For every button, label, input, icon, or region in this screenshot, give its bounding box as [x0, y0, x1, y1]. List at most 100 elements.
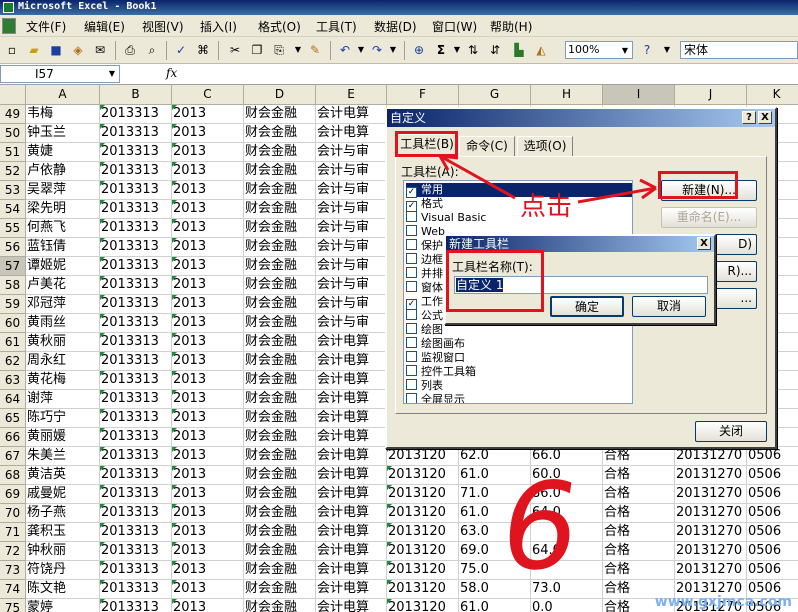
fx-icon[interactable]: fx	[166, 66, 177, 80]
table-cell[interactable]: 0506	[747, 447, 798, 466]
table-cell[interactable]: 2013313	[100, 428, 172, 447]
table-cell[interactable]: 2013120	[387, 542, 459, 561]
table-cell[interactable]: 财会金融	[244, 314, 316, 333]
toolbar-list-item[interactable]: 列表	[406, 379, 632, 393]
menu-view[interactable]: 视图(V)	[142, 18, 184, 35]
table-cell[interactable]: 钟玉兰	[26, 124, 100, 143]
save-icon[interactable]: ■	[47, 41, 65, 59]
table-cell[interactable]: 2013313	[100, 542, 172, 561]
table-cell[interactable]: 2013313	[100, 181, 172, 200]
table-cell[interactable]: 2013313	[100, 162, 172, 181]
table-cell[interactable]: 会计电算	[316, 580, 387, 599]
table-cell[interactable]: 2013	[172, 295, 244, 314]
table-cell[interactable]: 财会金融	[244, 200, 316, 219]
table-cell[interactable]: 2013313	[100, 143, 172, 162]
row-header[interactable]: 70	[0, 504, 26, 523]
row-header[interactable]: 73	[0, 561, 26, 580]
toolbar-checkbox[interactable]	[406, 281, 417, 292]
table-cell[interactable]: 2013	[172, 276, 244, 295]
table-cell[interactable]: 财会金融	[244, 485, 316, 504]
table-cell[interactable]: 2013	[172, 409, 244, 428]
toolbar-checkbox[interactable]	[406, 365, 417, 376]
column-header-j[interactable]: J	[675, 85, 747, 105]
table-cell[interactable]: 会计与审	[316, 314, 387, 333]
table-cell[interactable]: 龚积玉	[26, 523, 100, 542]
menu-file[interactable]: 文件(F)	[26, 18, 66, 35]
chart-wizard-icon[interactable]: ▙	[510, 41, 528, 59]
table-cell[interactable]: 财会金融	[244, 352, 316, 371]
table-cell[interactable]: 2013	[172, 162, 244, 181]
permission-icon[interactable]: ◈	[69, 41, 87, 59]
table-cell[interactable]: 财会金融	[244, 257, 316, 276]
drawing-icon[interactable]: ◭	[532, 41, 550, 59]
table-cell[interactable]: 2013120	[387, 561, 459, 580]
new-toolbar-close-button[interactable]: X	[697, 237, 711, 250]
row-header[interactable]: 68	[0, 466, 26, 485]
row-header[interactable]: 63	[0, 371, 26, 390]
table-cell[interactable]: 财会金融	[244, 238, 316, 257]
table-cell[interactable]: 财会金融	[244, 124, 316, 143]
table-cell[interactable]: 2013	[172, 542, 244, 561]
table-cell[interactable]: 会计与审	[316, 276, 387, 295]
table-cell[interactable]: 会计电算	[316, 504, 387, 523]
table-cell[interactable]: 邓冠萍	[26, 295, 100, 314]
table-cell[interactable]: 2013313	[100, 352, 172, 371]
table-cell[interactable]: 梁先明	[26, 200, 100, 219]
table-cell[interactable]: 2013	[172, 200, 244, 219]
row-header[interactable]: 67	[0, 447, 26, 466]
table-cell[interactable]: 蓝钰倩	[26, 238, 100, 257]
table-cell[interactable]: 财会金融	[244, 219, 316, 238]
table-cell[interactable]: 合格	[603, 447, 675, 466]
table-cell[interactable]: 2013313	[100, 333, 172, 352]
print-icon[interactable]: ⎙	[121, 41, 139, 59]
redo-dropdown-icon[interactable]: ▼	[384, 41, 402, 59]
table-cell[interactable]: 2013	[172, 105, 244, 124]
toolbar-checkbox[interactable]	[406, 225, 417, 236]
table-cell[interactable]: 财会金融	[244, 276, 316, 295]
table-cell[interactable]: 会计与审	[316, 181, 387, 200]
table-cell[interactable]: 会计电算	[316, 105, 387, 124]
table-cell[interactable]: 会计电算	[316, 485, 387, 504]
table-cell[interactable]: 2013120	[387, 523, 459, 542]
table-cell[interactable]: 2013	[172, 428, 244, 447]
table-cell[interactable]: 2013	[172, 371, 244, 390]
table-cell[interactable]: 会计电算	[316, 561, 387, 580]
copy-icon[interactable]: ❐	[248, 41, 266, 59]
table-cell[interactable]: 会计与审	[316, 295, 387, 314]
table-cell[interactable]: 2013	[172, 333, 244, 352]
table-cell[interactable]: 0506	[747, 504, 798, 523]
table-cell[interactable]: 20131270	[675, 447, 747, 466]
table-cell[interactable]: 谭姬妮	[26, 257, 100, 276]
table-cell[interactable]: 合格	[603, 485, 675, 504]
toolbar-checkbox[interactable]	[406, 323, 417, 334]
toolbar-list-item[interactable]: 绘图	[406, 323, 632, 337]
cancel-button[interactable]: 取消	[632, 296, 706, 317]
name-box[interactable]: I57 ▼	[0, 65, 120, 83]
dialog-close-text-button[interactable]: 关闭	[695, 421, 767, 442]
table-cell[interactable]: 财会金融	[244, 409, 316, 428]
table-cell[interactable]: 财会金融	[244, 333, 316, 352]
table-cell[interactable]: 2013313	[100, 124, 172, 143]
table-cell[interactable]: 钟秋丽	[26, 542, 100, 561]
table-cell[interactable]: 卢依静	[26, 162, 100, 181]
table-cell[interactable]: 20131270	[675, 523, 747, 542]
table-cell[interactable]: 会计与审	[316, 200, 387, 219]
table-cell[interactable]: 2013313	[100, 219, 172, 238]
table-cell[interactable]: 会计电算	[316, 428, 387, 447]
table-cell[interactable]: 0506	[747, 523, 798, 542]
row-header[interactable]: 58	[0, 276, 26, 295]
table-cell[interactable]: 2013313	[100, 200, 172, 219]
table-cell[interactable]: 2013	[172, 257, 244, 276]
table-cell[interactable]: 2013	[172, 390, 244, 409]
row-header[interactable]: 72	[0, 542, 26, 561]
row-header[interactable]: 53	[0, 181, 26, 200]
dialog-close-button[interactable]: X	[758, 111, 772, 124]
table-cell[interactable]: 20131270	[675, 485, 747, 504]
select-all-corner[interactable]	[0, 85, 26, 105]
table-cell[interactable]: 20131270	[675, 542, 747, 561]
table-cell[interactable]: 财会金融	[244, 162, 316, 181]
table-cell[interactable]: 黄雨丝	[26, 314, 100, 333]
table-cell[interactable]: 财会金融	[244, 428, 316, 447]
toolbar-options-icon[interactable]: ▼	[658, 41, 676, 59]
table-cell[interactable]: 陈巧宁	[26, 409, 100, 428]
